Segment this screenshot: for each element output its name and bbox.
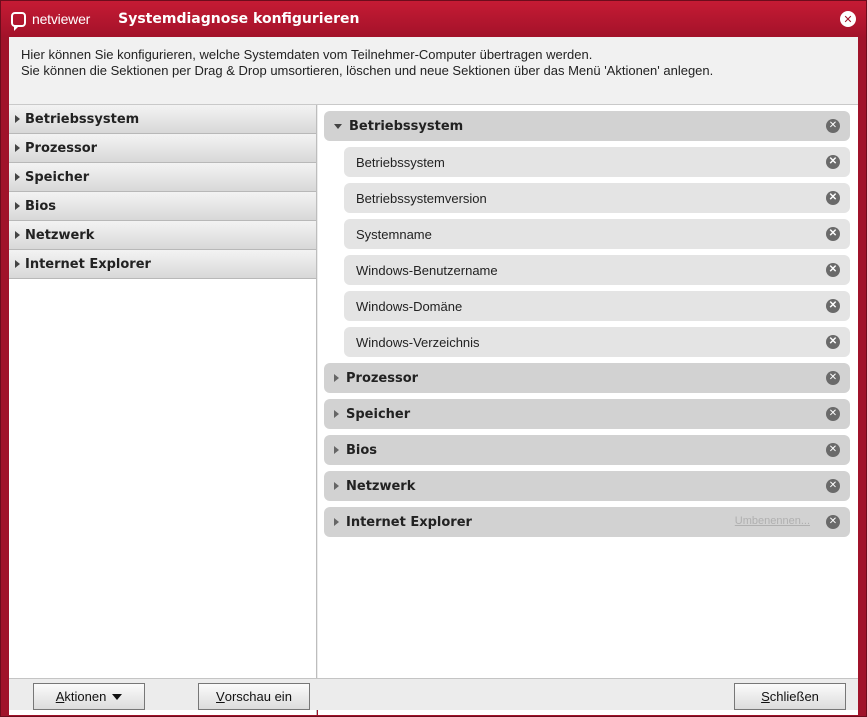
aktionen-label: ktionen: [64, 689, 107, 704]
schliessen-button[interactable]: Schließen: [734, 683, 846, 710]
expand-arrow-icon[interactable]: [334, 410, 339, 418]
dropdown-arrow-icon: [112, 693, 123, 700]
left-item-label: Prozessor: [25, 140, 98, 156]
vorschau-button[interactable]: Vorschau ein: [198, 683, 310, 710]
section-list: Betriebssystem Prozessor Speicher Bios N…: [9, 105, 317, 715]
section-label: Betriebssystem: [349, 118, 464, 134]
section-item[interactable]: Windows-Verzeichnis ✕: [344, 327, 850, 357]
section-label: Netzwerk: [346, 478, 416, 494]
expand-arrow-icon[interactable]: [334, 374, 339, 382]
remove-icon[interactable]: ✕: [826, 335, 840, 349]
dialog-window: netviewer Systemdiagnose konfigurieren ✕…: [0, 0, 867, 717]
section-item[interactable]: Windows-Domäne ✕: [344, 291, 850, 321]
expand-arrow-icon[interactable]: [334, 518, 339, 526]
left-item-netzwerk[interactable]: Netzwerk: [9, 221, 316, 250]
left-item-betriebssystem[interactable]: Betriebssystem: [9, 105, 316, 134]
section-header-internet-explorer[interactable]: Internet Explorer Umbenennen... ✕: [324, 507, 850, 537]
rename-link[interactable]: Umbenennen...: [735, 515, 810, 527]
info-line-2: Sie können die Sektionen per Drag & Drop…: [21, 63, 714, 78]
vorschau-label: orschau ein: [224, 689, 292, 704]
section-header-bios[interactable]: Bios ✕: [324, 435, 850, 465]
expand-arrow-icon: [15, 173, 20, 181]
left-item-bios[interactable]: Bios: [9, 192, 316, 221]
vorschau-mnemonic: V: [216, 689, 225, 704]
section-item[interactable]: Betriebssystemversion ✕: [344, 183, 850, 213]
expand-arrow-icon: [15, 115, 20, 123]
window-title: Systemdiagnose konfigurieren: [118, 11, 360, 27]
section-header-netzwerk[interactable]: Netzwerk ✕: [324, 471, 850, 501]
section-item-label: Betriebssystem: [356, 154, 445, 170]
remove-icon[interactable]: ✕: [826, 263, 840, 277]
expand-arrow-icon: [15, 231, 20, 239]
expand-arrow-icon: [15, 144, 20, 152]
section-item-label: Windows-Domäne: [356, 298, 463, 314]
remove-icon[interactable]: ✕: [826, 119, 840, 133]
title-bar[interactable]: netviewer Systemdiagnose konfigurieren ✕: [1, 1, 866, 37]
button-bar: Aktionen Vorschau ein Schließen: [9, 678, 858, 710]
info-line-1: Hier können Sie konfigurieren, welche Sy…: [21, 47, 593, 62]
collapse-arrow-icon[interactable]: [334, 123, 342, 129]
section-item-label: Windows-Benutzername: [356, 262, 498, 278]
aktionen-mnemonic: A: [55, 689, 65, 704]
left-item-label: Speicher: [25, 169, 90, 185]
left-item-label: Internet Explorer: [25, 256, 151, 272]
remove-icon[interactable]: ✕: [826, 443, 840, 457]
expand-arrow-icon[interactable]: [334, 482, 339, 490]
logo-text: netviewer: [32, 11, 91, 27]
netviewer-logo: netviewer: [11, 11, 91, 31]
section-item[interactable]: Betriebssystem ✕: [344, 147, 850, 177]
section-item[interactable]: Windows-Benutzername ✕: [344, 255, 850, 285]
remove-icon[interactable]: ✕: [826, 227, 840, 241]
remove-icon[interactable]: ✕: [826, 407, 840, 421]
section-editor: Betriebssystem ✕ Betriebssystem ✕ Betrie…: [318, 105, 858, 715]
left-item-label: Netzwerk: [25, 227, 95, 243]
section-item-label: Windows-Verzeichnis: [356, 334, 480, 350]
section-label: Speicher: [346, 406, 411, 422]
remove-icon[interactable]: ✕: [826, 515, 840, 529]
section-item-label: Betriebssystemversion: [356, 190, 487, 206]
section-item[interactable]: Systemname ✕: [344, 219, 850, 249]
section-header-betriebssystem[interactable]: Betriebssystem ✕: [324, 111, 850, 141]
remove-icon[interactable]: ✕: [826, 191, 840, 205]
left-item-label: Betriebssystem: [25, 111, 140, 127]
info-text: Hier können Sie konfigurieren, welche Sy…: [9, 37, 858, 105]
speech-bubble-icon: [11, 11, 26, 31]
section-label: Prozessor: [346, 370, 419, 386]
expand-arrow-icon[interactable]: [334, 446, 339, 454]
remove-icon[interactable]: ✕: [826, 371, 840, 385]
remove-icon[interactable]: ✕: [826, 299, 840, 313]
remove-icon[interactable]: ✕: [826, 479, 840, 493]
aktionen-button[interactable]: Aktionen: [33, 683, 145, 710]
section-header-speicher[interactable]: Speicher ✕: [324, 399, 850, 429]
left-item-prozessor[interactable]: Prozessor: [9, 134, 316, 163]
close-icon[interactable]: ✕: [840, 11, 856, 27]
left-item-speicher[interactable]: Speicher: [9, 163, 316, 192]
section-label: Internet Explorer: [346, 514, 472, 530]
left-item-label: Bios: [25, 198, 57, 214]
remove-icon[interactable]: ✕: [826, 155, 840, 169]
expand-arrow-icon: [15, 202, 20, 210]
left-item-internet-explorer[interactable]: Internet Explorer: [9, 250, 316, 279]
section-item-label: Systemname: [356, 226, 432, 242]
schliessen-label: chließen: [769, 689, 819, 704]
dialog-content: Hier können Sie konfigurieren, welche Sy…: [9, 37, 858, 715]
section-header-prozessor[interactable]: Prozessor ✕: [324, 363, 850, 393]
schliessen-mnemonic: S: [761, 689, 770, 704]
expand-arrow-icon: [15, 260, 20, 268]
section-label: Bios: [346, 442, 378, 458]
